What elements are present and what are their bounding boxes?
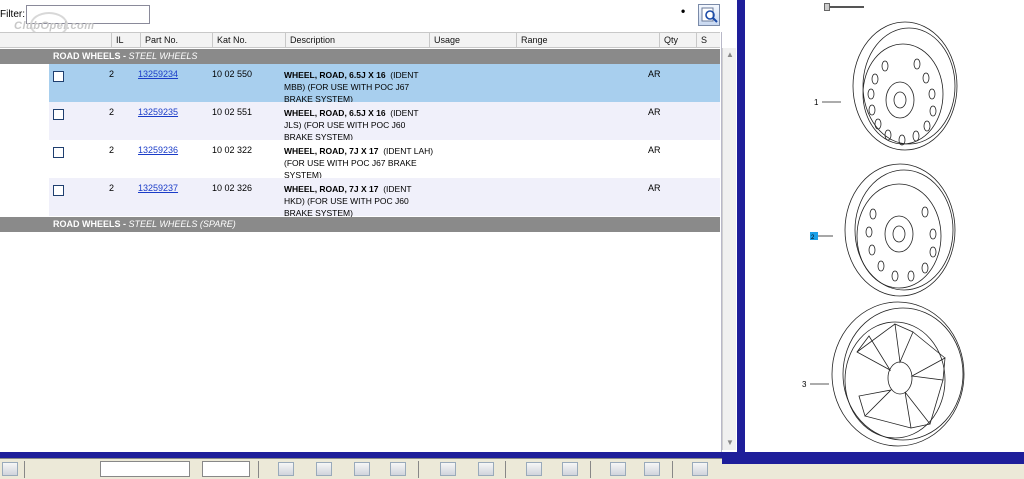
row-checkbox[interactable] — [53, 185, 64, 196]
zoom-slider-thumb[interactable] — [824, 3, 830, 11]
wheel-3-illustration — [831, 301, 965, 447]
row-description: WHEEL, ROAD, 6.5J X 16 (IDENT MBB) (FOR … — [284, 69, 434, 105]
toolbar-separator — [24, 461, 25, 478]
toolbar-small-combo-box[interactable] — [202, 461, 250, 477]
row-description-bold: WHEEL, ROAD, 7J X 17 — [284, 146, 379, 156]
table-row[interactable]: 2 13259235 10 02 551 WHEEL, ROAD, 6.5J X… — [49, 102, 720, 143]
magnifier-icon — [701, 7, 718, 23]
column-header-usage[interactable]: Usage — [429, 33, 515, 48]
row-checkbox[interactable] — [53, 147, 64, 158]
nav-back-icon[interactable] — [2, 462, 18, 476]
row-kat-no: 10 02 550 — [212, 69, 253, 79]
filter-label: Filter: — [0, 9, 25, 20]
toolbar-separator — [590, 461, 591, 478]
callout-3-label[interactable]: 3 — [802, 380, 807, 389]
row-part-no-link[interactable]: 13259234 — [138, 69, 178, 79]
filter-search-button[interactable] — [698, 4, 720, 26]
export-icon[interactable] — [526, 462, 542, 476]
parts-list-scrollbar[interactable]: ▲ ▼ — [722, 48, 736, 450]
row-il: 2 — [109, 69, 115, 79]
toolbar-separator — [672, 461, 673, 478]
row-description-bold: WHEEL, ROAD, 6.5J X 16 — [284, 70, 386, 80]
toolbar-separator — [505, 461, 506, 478]
column-header-part-no[interactable]: Part No. — [140, 33, 210, 48]
row-qty: AR — [648, 145, 661, 155]
column-header-s[interactable]: S — [696, 33, 720, 48]
row-part-no-link[interactable]: 13259236 — [138, 145, 178, 155]
row-description-bold: WHEEL, ROAD, 6.5J X 16 — [284, 108, 386, 118]
folder-icon[interactable] — [316, 462, 332, 476]
group-sub-label: STEEL WHEELS — [128, 51, 198, 61]
group-header-steel-wheels: ROAD WHEELS - STEEL WHEELS — [0, 49, 720, 64]
row-part-no-link[interactable]: 13259237 — [138, 183, 178, 193]
table-row[interactable]: 2 13259234 10 02 550 WHEEL, ROAD, 6.5J X… — [49, 64, 720, 105]
globe-icon[interactable] — [610, 462, 626, 476]
bottom-right-frame-border — [722, 458, 1024, 464]
toolbar-separator — [258, 461, 259, 478]
zoom-slider-track[interactable] — [824, 6, 864, 8]
wheel-diagram: 1 2 3 — [802, 21, 965, 447]
print-icon[interactable] — [440, 462, 456, 476]
row-kat-no: 10 02 326 — [212, 183, 253, 193]
column-header-row: IL Part No. Kat No. Description Usage Ra… — [0, 32, 720, 48]
toolbar-combo-box[interactable] — [100, 461, 190, 477]
page-icon[interactable] — [390, 462, 406, 476]
row-checkbox[interactable] — [53, 109, 64, 120]
parts-list-pane: Filter: • ClubOpel.com IL Part No. Kat N… — [0, 0, 722, 452]
window-icon[interactable] — [644, 462, 660, 476]
toolbar-separator — [418, 461, 419, 478]
column-header-range[interactable]: Range — [516, 33, 658, 48]
row-description-bold: WHEEL, ROAD, 7J X 17 — [284, 184, 379, 194]
row-qty: AR — [648, 107, 661, 117]
row-il: 2 — [109, 107, 115, 117]
row-kat-no: 10 02 551 — [212, 107, 253, 117]
row-il: 2 — [109, 145, 115, 155]
row-part-no-link[interactable]: 13259235 — [138, 107, 178, 117]
callout-1-label[interactable]: 1 — [814, 98, 819, 107]
row-checkbox[interactable] — [53, 71, 64, 82]
wheel-1-illustration — [852, 21, 958, 151]
wheel-2-illustration — [844, 163, 956, 297]
table-row[interactable]: 2 13259237 10 02 326 WHEEL, ROAD, 7J X 1… — [49, 178, 720, 219]
filter-bar: Filter: • — [0, 0, 722, 32]
diagram-pane: 1 2 3 — [745, 0, 1024, 452]
edit-icon[interactable] — [478, 462, 494, 476]
row-description: WHEEL, ROAD, 7J X 17 (IDENT HKD) (FOR US… — [284, 183, 434, 219]
scroll-down-arrow-icon[interactable]: ▼ — [725, 438, 735, 448]
copy-icon[interactable] — [562, 462, 578, 476]
group-main-label: ROAD WHEELS — [53, 219, 121, 229]
scroll-up-arrow-icon[interactable]: ▲ — [725, 50, 735, 60]
group-header-steel-wheels-spare: ROAD WHEELS - STEEL WHEELS (SPARE) — [0, 217, 720, 232]
group-main-label: ROAD WHEELS — [53, 51, 121, 61]
sparkle-icon[interactable] — [278, 462, 294, 476]
group-sub-label: STEEL WHEELS (SPARE) — [128, 219, 236, 229]
column-header-il[interactable]: IL — [111, 33, 139, 48]
row-il: 2 — [109, 183, 115, 193]
column-header-qty[interactable]: Qty — [659, 33, 695, 48]
column-header-description[interactable]: Description — [285, 33, 428, 48]
row-description: WHEEL, ROAD, 7J X 17 (IDENT LAH) (FOR US… — [284, 145, 434, 181]
document-icon[interactable] — [354, 462, 370, 476]
help-icon[interactable] — [692, 462, 708, 476]
column-header-kat-no[interactable]: Kat No. — [212, 33, 284, 48]
row-qty: AR — [648, 183, 661, 193]
row-kat-no: 10 02 322 — [212, 145, 253, 155]
row-qty: AR — [648, 69, 661, 79]
filter-indicator-dot: • — [681, 4, 686, 18]
pane-splitter[interactable] — [737, 0, 745, 452]
table-row[interactable]: 2 13259236 10 02 322 WHEEL, ROAD, 7J X 1… — [49, 140, 720, 181]
watermark-text: ClubOpel.com — [14, 20, 95, 32]
row-description: WHEEL, ROAD, 6.5J X 16 (IDENT JLS) (FOR … — [284, 107, 434, 143]
